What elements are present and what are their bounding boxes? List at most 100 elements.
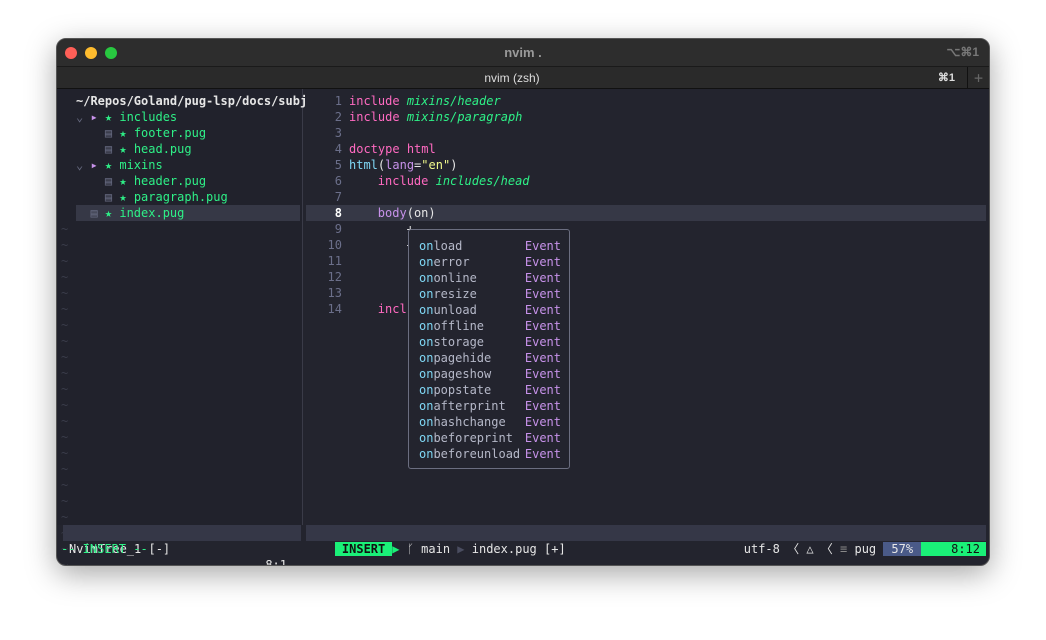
code-line[interactable]: doctype html — [349, 141, 436, 157]
tree-item[interactable]: ▤ ★ footer.pug — [76, 125, 300, 141]
star-icon: ★ — [119, 126, 134, 140]
completion-item[interactable]: ononline Event — [419, 270, 561, 286]
completion-item[interactable]: onafterprint Event — [419, 398, 561, 414]
empty-line-tilde: ~ — [61, 462, 69, 476]
tab-nvim-zsh[interactable]: nvim (zsh) — [57, 67, 967, 89]
star-icon: ★ — [119, 142, 134, 156]
chevron-down-icon: ⌄ — [76, 158, 91, 172]
file-icon: ▤ — [104, 190, 120, 204]
code-line[interactable]: body(on) — [378, 205, 436, 221]
empty-line-tilde: ~ — [61, 270, 69, 284]
completion-item[interactable]: onerror Event — [419, 254, 561, 270]
completion-label: online — [433, 271, 477, 285]
star-icon: ★ — [104, 158, 120, 172]
null — [400, 110, 407, 124]
code-token: include — [349, 110, 400, 124]
tab-shortcut: ⌘1 — [937, 72, 955, 84]
completion-item[interactable]: onpopstate Event — [419, 382, 561, 398]
code-line[interactable]: incl — [378, 301, 407, 317]
tree-item-label: mixins — [119, 158, 163, 172]
tree-item-label: includes — [119, 110, 178, 124]
completion-item[interactable]: onpageshow Event — [419, 366, 561, 382]
completion-kind: Event — [524, 271, 561, 285]
completion-match: on — [419, 319, 434, 333]
null — [76, 142, 105, 156]
code-token: includes/head — [435, 174, 530, 188]
tree-root-path: ~/Repos/Goland/pug-lsp/docs/subj — [76, 94, 308, 108]
code-token: mixins/header — [406, 94, 501, 108]
completion-kind: Event — [524, 351, 561, 365]
code-token: ( — [406, 206, 414, 220]
completion-item[interactable]: onpagehide Event — [419, 350, 561, 366]
code-token: mixins/paragraph — [406, 110, 523, 124]
completion-item[interactable]: onbeforeunload Event — [419, 446, 561, 462]
completion-item[interactable]: onoffline Event — [419, 318, 561, 334]
line-number: 1 — [334, 94, 342, 108]
split-separator[interactable] — [302, 89, 303, 525]
completion-match: on — [419, 287, 434, 301]
completion-item[interactable]: onresize Event — [419, 286, 561, 302]
code-token: doctype — [349, 142, 400, 156]
completion-item[interactable]: onhashchange Event — [419, 414, 561, 430]
tree-item-label: index.pug — [119, 206, 185, 220]
completion-label: load — [433, 239, 463, 253]
completion-match: on — [419, 255, 434, 269]
empty-line-tilde: ~ — [61, 254, 69, 268]
empty-line-tilde: ~ — [61, 382, 69, 396]
tree-item[interactable]: ⌄ ▸ ★ mixins — [76, 157, 300, 173]
null — [76, 190, 105, 204]
completion-kind: Event — [524, 399, 561, 413]
file-name: index.pug [+] — [471, 542, 566, 556]
line-number: 2 — [334, 110, 342, 124]
completion-label: resize — [433, 287, 477, 301]
empty-line-tilde: ~ — [61, 334, 69, 348]
encoding: utf-8 — [743, 542, 780, 556]
completion-kind: Event — [524, 447, 561, 461]
empty-line-tilde: ~ — [61, 286, 69, 300]
cursor-position: 8:12 — [921, 542, 986, 556]
completion-kind: Event — [524, 239, 561, 253]
completion-item[interactable]: onunload Event — [419, 302, 561, 318]
code-line[interactable]: include mixins/header — [349, 93, 501, 109]
null — [76, 126, 105, 140]
completion-item[interactable]: onstorage Event — [419, 334, 561, 350]
completion-label: error — [433, 255, 470, 269]
code-token: lang — [385, 158, 415, 172]
completion-kind: Event — [524, 367, 561, 381]
filetype-icon: ≡ — [840, 542, 848, 556]
code-token: incl — [377, 302, 407, 316]
completion-kind: Event — [524, 431, 561, 445]
command-line: -- INSERT -- — [61, 542, 148, 556]
tree-item[interactable]: ⌄ ▸ ★ includes — [76, 109, 300, 125]
code-line[interactable]: include mixins/paragraph — [349, 109, 522, 125]
completion-match: on — [419, 383, 434, 397]
file-icon: ▤ — [76, 206, 105, 220]
completion-item[interactable]: onload Event — [419, 238, 561, 254]
folder-icon: ▸ — [90, 110, 105, 124]
code-token: "en" — [421, 158, 451, 172]
new-tab-button[interactable]: + — [967, 67, 989, 89]
empty-line-tilde: ~ — [61, 398, 69, 412]
completion-item[interactable]: onbeforeprint Event — [419, 430, 561, 446]
mode-indicator: INSERT — [334, 542, 393, 556]
tab-bar: nvim (zsh) ⌘1 + — [57, 67, 989, 89]
null — [428, 174, 435, 188]
tree-item[interactable]: ▤ ★ index.pug — [76, 205, 300, 221]
code-line[interactable]: include includes/head — [378, 173, 530, 189]
title-bar: nvim . ⌥⌘1 — [57, 39, 989, 67]
tree-item[interactable]: ▤ ★ header.pug — [76, 173, 300, 189]
tree-item[interactable]: ▤ ★ paragraph.pug — [76, 189, 300, 205]
filetype: pug — [854, 542, 877, 556]
empty-line-tilde: ~ — [61, 350, 69, 364]
code-line[interactable]: html(lang="en") — [349, 157, 457, 173]
tree-item[interactable]: ▤ ★ head.pug — [76, 141, 300, 157]
line-number: 6 — [334, 174, 342, 188]
tree-statusline: NvimTree_1 [-] 8:1 — [63, 525, 301, 565]
empty-line-tilde: ~ — [61, 318, 69, 332]
editor-statusline: INSERT ▶ ᚴ main ▶ index.pug [+] utf-8 〈 △… — [306, 525, 986, 556]
file-icon: ▤ — [104, 126, 120, 140]
folder-icon: ▸ — [90, 158, 105, 172]
terminal-window: nvim . ⌥⌘1 nvim (zsh) ⌘1 + ~/Repos/Golan… — [56, 38, 990, 566]
completion-label: afterprint — [433, 399, 506, 413]
code-token: include — [377, 174, 429, 188]
